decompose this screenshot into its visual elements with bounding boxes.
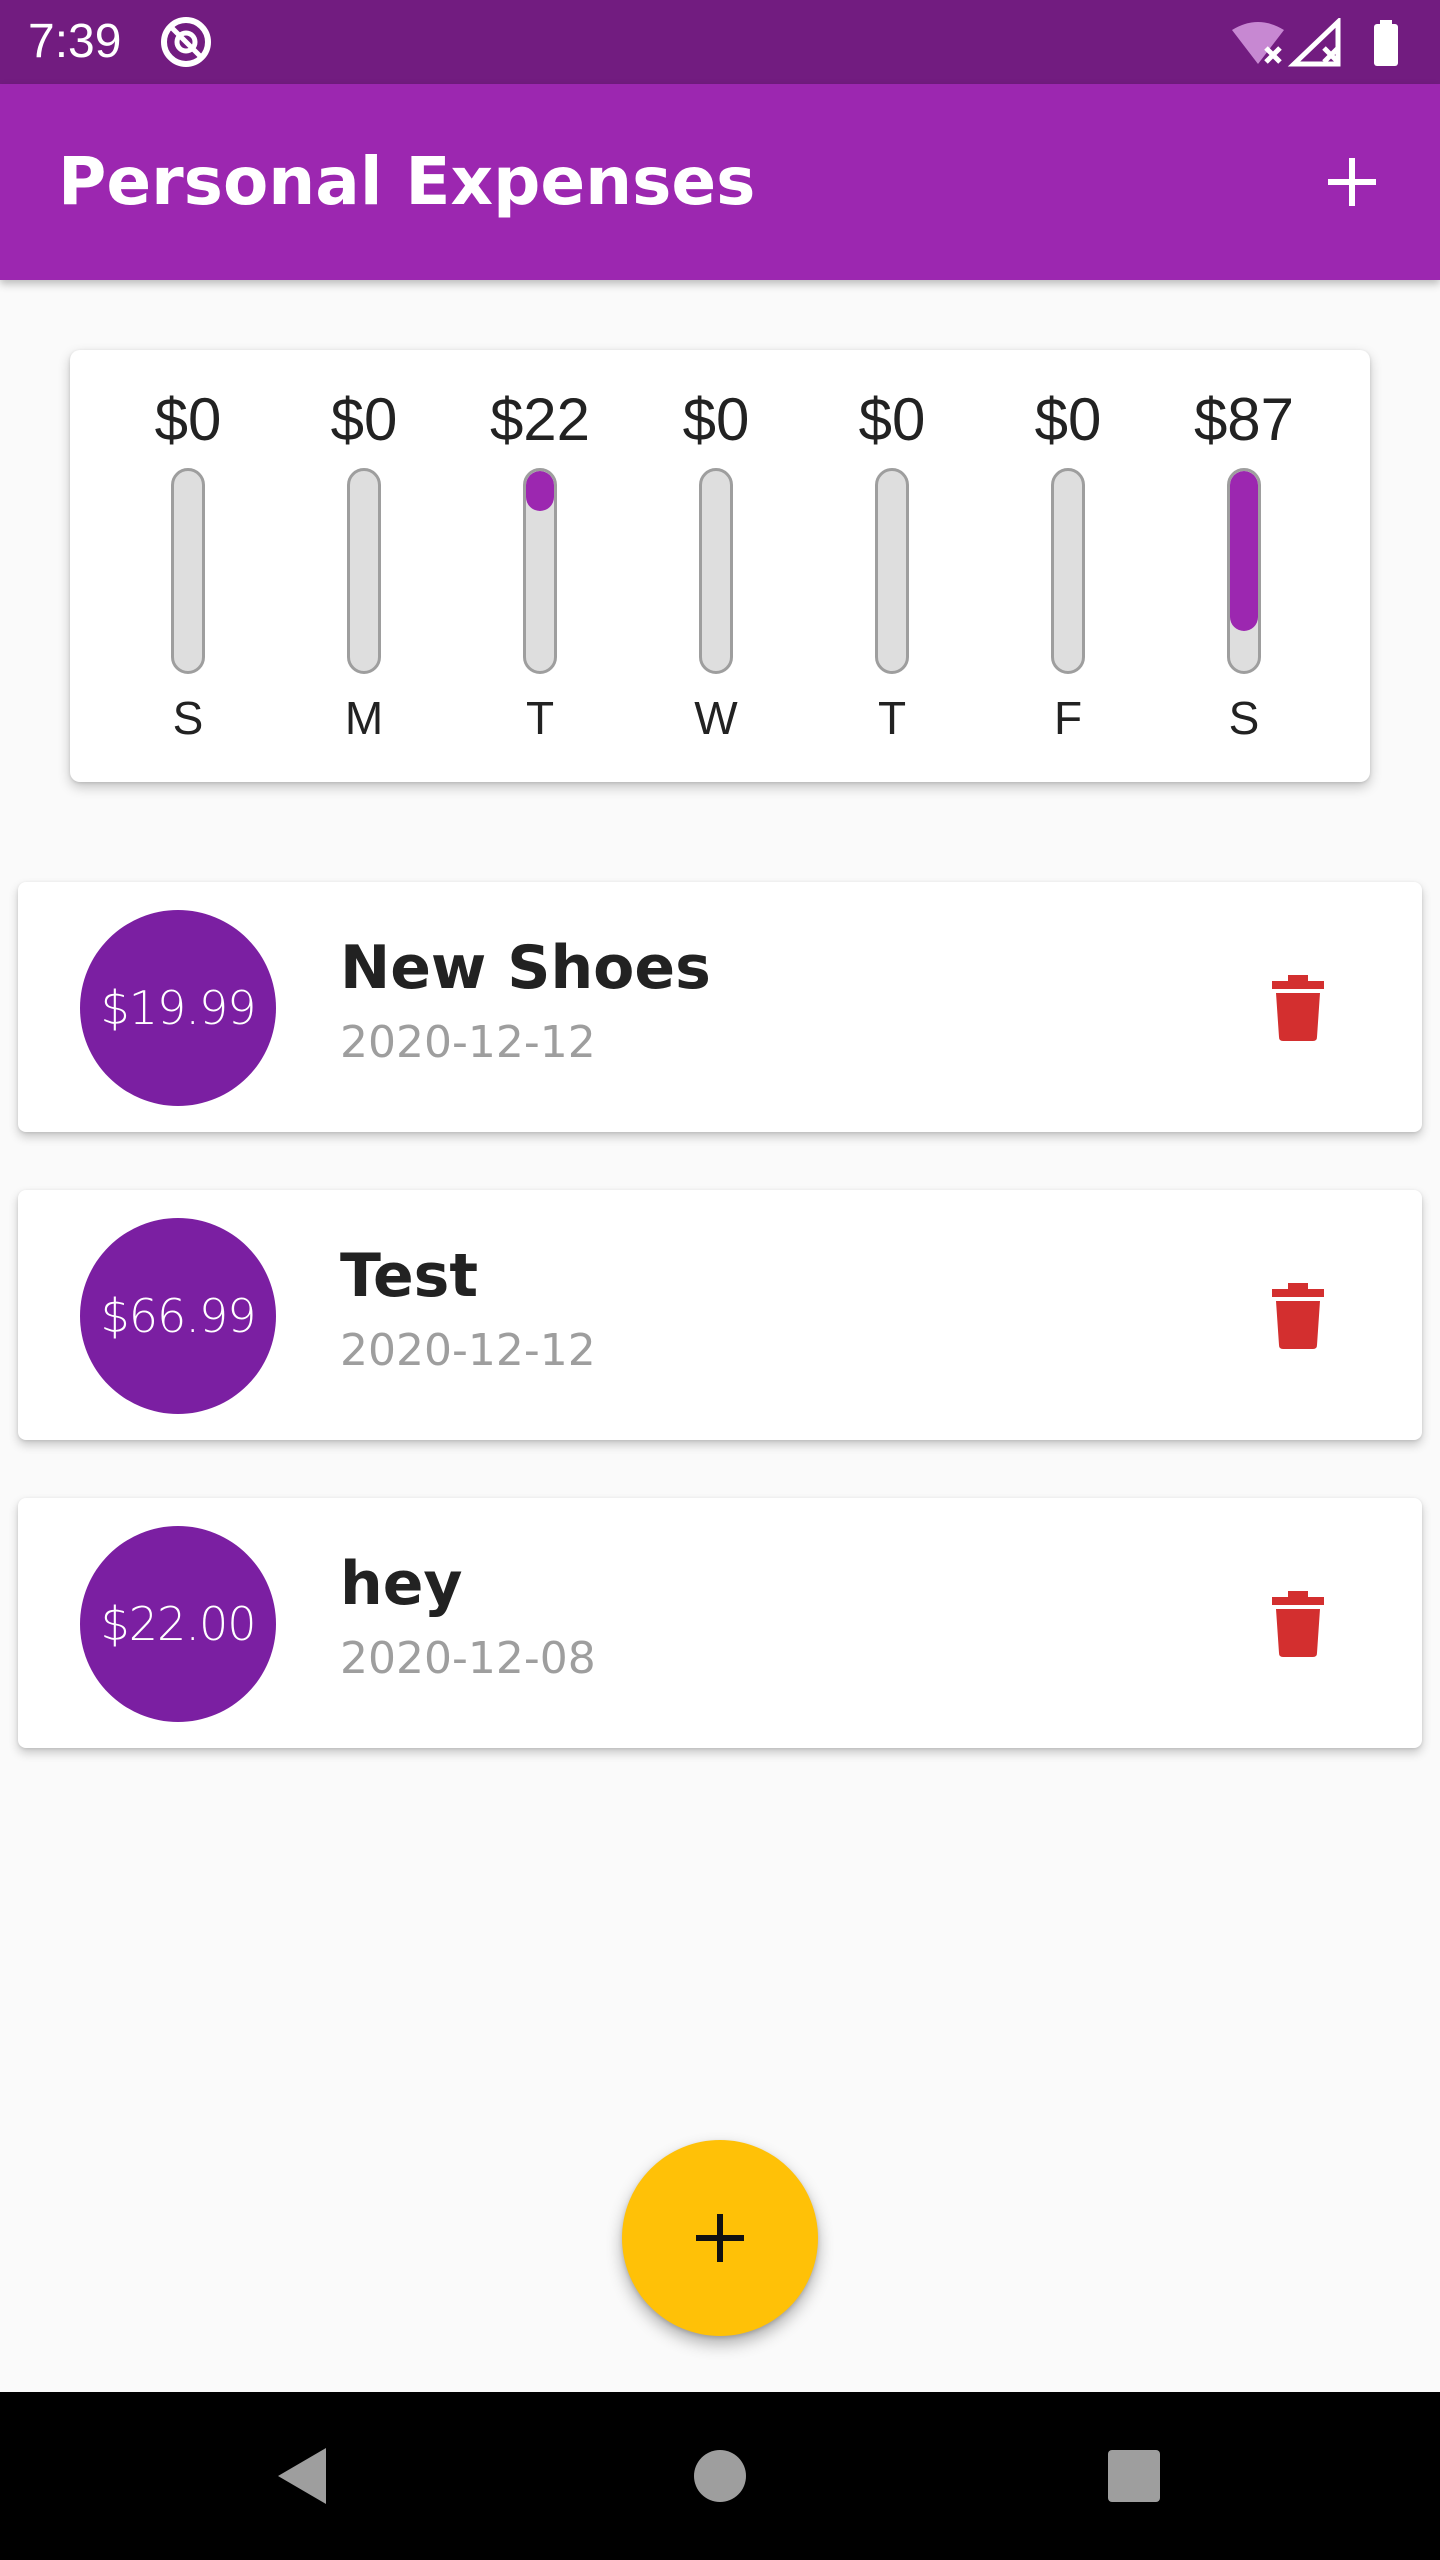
amount-avatar: $66.99 (80, 1218, 276, 1414)
chart-bar-fill (1230, 471, 1258, 631)
status-bar: 7:39 (0, 0, 1440, 84)
data-saver-icon (161, 17, 211, 67)
chart-day-label: S (1228, 692, 1260, 744)
signal-off-icon (1287, 18, 1341, 67)
chart-bar (523, 468, 557, 674)
recents-icon (1108, 2450, 1160, 2502)
delete-button[interactable] (1252, 962, 1344, 1054)
add-transaction-button[interactable] (1298, 128, 1406, 236)
page-title: Personal Expenses (58, 143, 756, 220)
chart-bar (699, 468, 733, 674)
chart-column: $0 S (100, 350, 276, 782)
chart-bar (171, 468, 205, 674)
transaction-title: Test (340, 1241, 479, 1311)
battery-full-icon (1374, 20, 1398, 66)
transaction-card: $22.00 hey 2020-12-08 (18, 1498, 1422, 1748)
transaction-amount: $19.99 (100, 981, 257, 1035)
status-icons (1232, 18, 1398, 67)
trash-icon (1272, 975, 1324, 1041)
chart-column: $87 S (1156, 350, 1332, 782)
nav-recents-button[interactable] (1084, 2426, 1184, 2526)
transaction-card: $19.99 New Shoes 2020-12-12 (18, 882, 1422, 1132)
transaction-date: 2020-12-08 (340, 1633, 596, 1684)
amount-avatar: $19.99 (80, 910, 276, 1106)
chart-bar (347, 468, 381, 674)
chart-column: $22 T (452, 350, 628, 782)
transaction-card: $66.99 Test 2020-12-12 (18, 1190, 1422, 1440)
chart-amount-label: $0 (330, 386, 398, 453)
transaction-title: New Shoes (340, 933, 711, 1003)
nav-home-button[interactable] (670, 2426, 770, 2526)
chart-bar (1227, 468, 1261, 674)
chart-day-label: T (525, 692, 555, 744)
chart-amount-label: $0 (858, 386, 926, 453)
chart-bar (875, 468, 909, 674)
transaction-date: 2020-12-12 (340, 1325, 596, 1376)
add-transaction-fab[interactable] (622, 2140, 818, 2336)
weekly-chart-card: $0 S $0 M $22 T $0 W $0 T $0 F $87 S (70, 350, 1370, 782)
chart-column: $0 T (804, 350, 980, 782)
chart-day-label: F (1053, 692, 1083, 744)
transaction-title: hey (340, 1549, 463, 1619)
nav-back-button[interactable] (252, 2426, 352, 2526)
plus-icon (696, 2214, 744, 2262)
transaction-amount: $22.00 (100, 1597, 257, 1651)
plus-icon (1328, 158, 1376, 206)
screen: 7:39 Personal Expenses $0 S $0 M $22 T $… (0, 0, 1440, 2560)
chart-bar (1051, 468, 1085, 674)
system-nav-bar (0, 2392, 1440, 2560)
chart-bar-fill (526, 471, 554, 511)
chart-day-label: M (344, 692, 384, 744)
amount-avatar: $22.00 (80, 1526, 276, 1722)
transaction-date: 2020-12-12 (340, 1017, 596, 1068)
wifi-off-icon (1232, 22, 1284, 64)
back-icon (278, 2448, 326, 2504)
delete-button[interactable] (1252, 1578, 1344, 1670)
delete-button[interactable] (1252, 1270, 1344, 1362)
home-icon (694, 2450, 746, 2502)
app-bar: Personal Expenses (0, 84, 1440, 280)
chart-amount-label: $0 (682, 386, 750, 453)
trash-icon (1272, 1283, 1324, 1349)
transaction-amount: $66.99 (100, 1289, 257, 1343)
chart-column: $0 M (276, 350, 452, 782)
chart-column: $0 F (980, 350, 1156, 782)
status-time: 7:39 (28, 15, 122, 68)
chart-amount-label: $0 (1034, 386, 1102, 453)
chart-day-label: W (694, 692, 738, 744)
chart-amount-label: $0 (154, 386, 222, 453)
chart-day-label: S (172, 692, 204, 744)
chart-amount-label: $22 (489, 386, 591, 453)
trash-icon (1272, 1591, 1324, 1657)
chart-column: $0 W (628, 350, 804, 782)
chart-amount-label: $87 (1193, 386, 1295, 453)
chart-day-label: T (877, 692, 907, 744)
